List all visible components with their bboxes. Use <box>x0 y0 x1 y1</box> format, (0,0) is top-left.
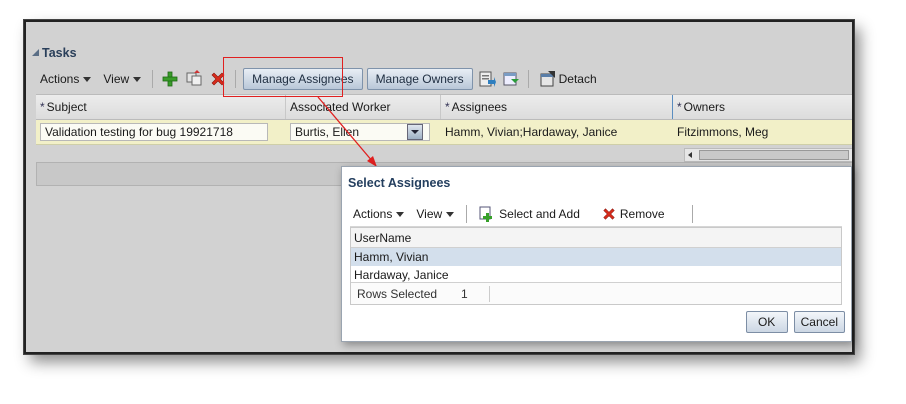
collapse-triangle-icon[interactable] <box>32 49 39 56</box>
assignees-grid: UserName Hamm, Vivian Hardaway, Janice R… <box>350 227 842 305</box>
column-header-label: Assignees <box>451 100 508 114</box>
remove-label: Remove <box>619 207 665 221</box>
table-header: * Subject Associated Worker * Assignees * O… <box>36 94 852 120</box>
worker-cell: Burtis, Ellen <box>286 120 441 144</box>
dialog-view-label: View <box>416 207 443 221</box>
column-header-owners[interactable]: * Owners <box>673 95 852 119</box>
add-page-icon <box>479 206 493 222</box>
worker-value: Burtis, Ellen <box>295 125 360 139</box>
remove-button[interactable]: Remove <box>599 207 668 221</box>
manage-owners-button[interactable]: Manage Owners <box>366 68 473 90</box>
required-marker: * <box>677 100 682 114</box>
column-header-label: Owners <box>683 100 726 114</box>
required-marker: * <box>445 100 450 114</box>
column-header-associated-worker[interactable]: Associated Worker <box>286 95 441 119</box>
column-header-label: Subject <box>46 100 87 114</box>
toolbar-divider <box>527 70 529 88</box>
horizontal-scrollbar[interactable] <box>684 148 852 162</box>
detach-icon <box>540 71 555 87</box>
column-header-label: Associated Worker <box>290 100 391 114</box>
dropdown-icon[interactable] <box>407 124 423 140</box>
select-and-add-label: Select and Add <box>499 207 580 221</box>
freeze-icon[interactable] <box>501 69 521 89</box>
select-and-add-button[interactable]: Select and Add <box>476 206 583 222</box>
caret-down-icon <box>83 76 92 82</box>
owners-cell: Fitzimmons, Meg <box>677 125 769 139</box>
dialog-actions-label: Actions <box>353 207 393 221</box>
toolbar-divider <box>691 205 693 223</box>
highlight-box <box>223 57 343 97</box>
subject-input[interactable]: Validation testing for bug 19921718 <box>40 123 268 141</box>
ok-button[interactable]: OK <box>745 311 788 333</box>
rows-selected-label: Rows Selected <box>357 286 438 301</box>
tasks-title: Tasks <box>42 46 77 60</box>
toolbar-divider <box>466 205 468 223</box>
view-menu[interactable]: View <box>99 72 145 86</box>
tasks-section-header[interactable]: Tasks <box>32 46 77 60</box>
caret-down-icon <box>396 211 405 217</box>
required-marker: * <box>40 100 45 114</box>
actions-menu-label: Actions <box>40 72 80 86</box>
export-icon[interactable] <box>477 69 497 89</box>
column-header-assignees[interactable]: * Assignees <box>441 95 673 119</box>
select-assignees-dialog: Select Assignees Actions View Select and… <box>341 166 852 342</box>
scrollbar-thumb[interactable] <box>699 150 849 160</box>
column-header-subject[interactable]: * Subject <box>36 95 286 119</box>
column-header-username[interactable]: UserName <box>351 228 841 248</box>
caret-down-icon <box>446 211 455 217</box>
dialog-title: Select Assignees <box>348 176 451 190</box>
cancel-button[interactable]: Cancel <box>793 311 845 333</box>
dialog-actions-menu[interactable]: Actions <box>350 207 407 221</box>
assignees-cell: Hamm, Vivian;Hardaway, Janice <box>445 125 618 139</box>
dialog-view-menu[interactable]: View <box>413 207 457 221</box>
rows-selected-count: 1 <box>455 285 490 302</box>
tasks-toolbar: Actions View Manage Assignees Manage Own… <box>36 66 852 92</box>
subject-cell: Validation testing for bug 19921718 <box>36 120 286 144</box>
detach-label: Detach <box>558 72 597 86</box>
table-row[interactable]: Validation testing for bug 19921718 Burt… <box>36 120 852 145</box>
detach-button[interactable]: Detach <box>536 71 601 87</box>
view-menu-label: View <box>103 72 130 86</box>
actions-menu[interactable]: Actions <box>36 72 95 86</box>
list-item[interactable]: Hamm, Vivian <box>351 248 841 266</box>
toolbar-divider <box>152 70 154 88</box>
remove-icon <box>603 208 615 220</box>
grid-status-bar: Rows Selected 1 <box>351 282 841 304</box>
duplicate-icon[interactable] <box>184 69 204 89</box>
dialog-toolbar: Actions View Select and Add Remove <box>350 202 842 227</box>
scroll-left-icon[interactable] <box>688 152 692 158</box>
worker-select[interactable]: Burtis, Ellen <box>290 123 430 141</box>
caret-down-icon <box>133 76 142 82</box>
dialog-buttons: OK Cancel <box>745 311 845 333</box>
add-icon[interactable] <box>160 69 180 89</box>
